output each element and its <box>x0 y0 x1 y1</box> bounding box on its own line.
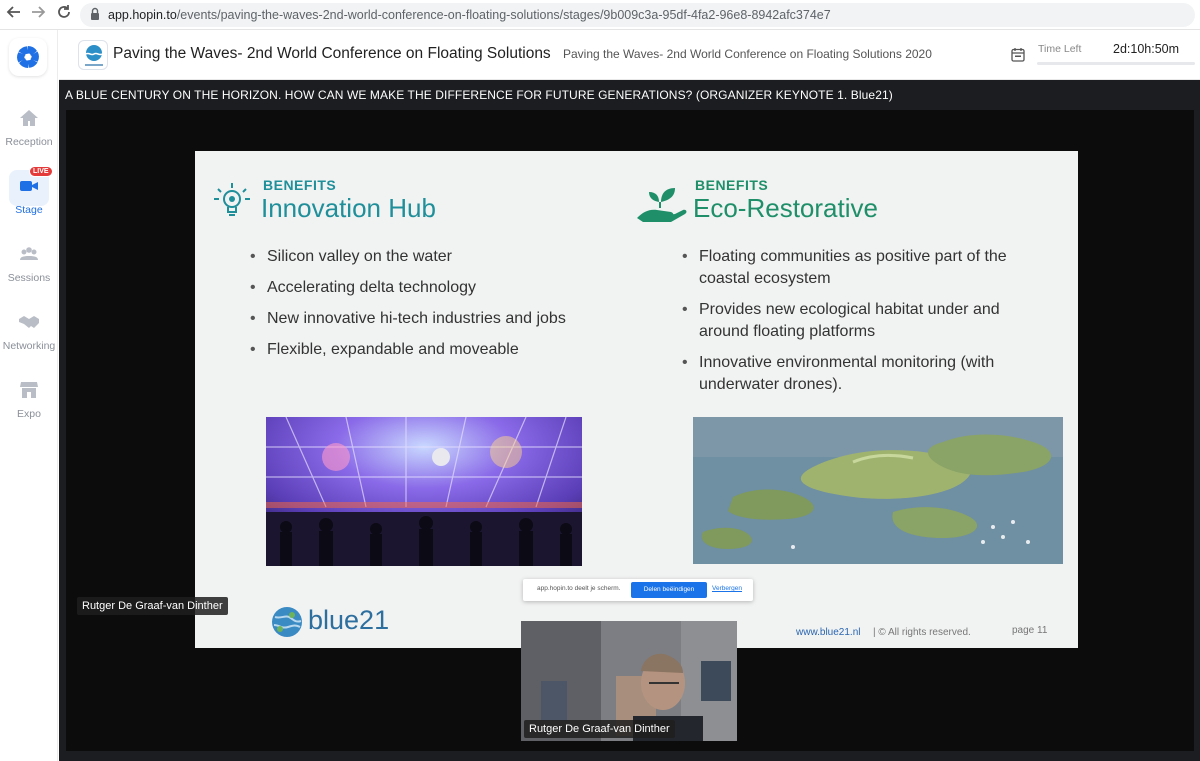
event-subtitle: Paving the Waves- 2nd World Conference o… <box>563 47 932 61</box>
sidebar-item-label: Sessions <box>7 272 51 284</box>
presenter-name-tag: Rutger De Graaf-van Dinther <box>77 597 228 615</box>
left-bullet-list: Silicon valley on the water Accelerating… <box>250 246 630 361</box>
stage-area: A BLUE CENTURY ON THE HORIZON. HOW CAN W… <box>59 80 1200 761</box>
left-kicker: BENEFITS <box>263 177 337 193</box>
footer-page-number: page 11 <box>1012 625 1048 636</box>
blue21-logo-text: blue21 <box>308 605 390 635</box>
sidebar-item-reception[interactable]: Reception <box>0 106 58 166</box>
sidebar-item-sessions[interactable]: Sessions <box>0 242 58 302</box>
home-icon <box>20 110 38 126</box>
dome-event-photo <box>266 417 582 566</box>
storefront-icon <box>20 382 38 398</box>
live-badge: LIVE <box>29 166 53 177</box>
session-title: A BLUE CENTURY ON THE HORIZON. HOW CAN W… <box>65 88 893 102</box>
url-text: app.hopin.to/events/paving-the-waves-2nd… <box>108 8 831 22</box>
list-item: Accelerating delta technology <box>250 277 630 299</box>
calendar-icon[interactable] <box>1011 47 1025 62</box>
screen-share-slide: BENEFITS Innovation Hub Silicon valley o… <box>195 151 1078 648</box>
stop-sharing-button[interactable]: Delen beëindigen <box>631 582 707 598</box>
sidebar-item-expo[interactable]: Expo <box>0 378 58 438</box>
video-player[interactable]: BENEFITS Innovation Hub Silicon valley o… <box>66 110 1194 751</box>
time-left-progress <box>1037 62 1195 65</box>
hopin-logo[interactable] <box>9 38 47 76</box>
webcam-name-tag: Rutger De Graaf-van Dinther <box>524 720 675 738</box>
hopin-logo-icon <box>17 46 39 68</box>
sidebar-item-label: Reception <box>5 136 53 148</box>
left-heading: Innovation Hub <box>261 193 436 223</box>
list-item: Floating communities as positive part of… <box>682 246 1022 290</box>
paving-the-waves-logo-icon <box>85 45 103 66</box>
speaker-webcam: Rutger De Graaf-van Dinther <box>521 621 737 741</box>
sidebar-item-label: Networking <box>2 340 56 352</box>
lock-icon <box>91 7 99 20</box>
sidebar-item-label: Stage <box>15 204 43 216</box>
globe-icon <box>272 607 302 637</box>
time-left-value: 2d:10h:50m <box>1113 42 1180 56</box>
footer-url: www.blue21.nl <box>796 627 861 638</box>
list-item: Innovative environmental monitoring (wit… <box>682 352 1022 396</box>
event-header: Paving the Waves- 2nd World Conference o… <box>59 30 1200 80</box>
sidebar-item-stage[interactable]: LIVE Stage <box>0 166 58 234</box>
footer-rights: | © All rights reserved. <box>873 627 971 638</box>
hide-link[interactable]: Verbergen <box>712 585 742 592</box>
sidebar: Reception LIVE Stage Sessions Networking… <box>0 30 58 761</box>
floating-islands-photo <box>693 417 1063 564</box>
list-item: Flexible, expandable and moveable <box>250 339 630 361</box>
right-bullet-list: Floating communities as positive part of… <box>682 246 1022 396</box>
back-arrow-icon[interactable] <box>4 4 24 24</box>
right-kicker: BENEFITS <box>695 177 769 193</box>
reload-icon[interactable] <box>54 4 74 24</box>
right-heading: Eco-Restorative <box>693 193 878 223</box>
screen-share-banner: app.hopin.to deelt je scherm. Delen beëi… <box>523 579 753 601</box>
sidebar-item-networking[interactable]: Networking <box>0 310 58 370</box>
address-bar[interactable]: app.hopin.to/events/paving-the-waves-2nd… <box>80 3 1195 27</box>
hand-plant-icon <box>637 188 687 222</box>
list-item: Provides new ecological habitat under an… <box>682 299 1022 343</box>
screen-share-text: app.hopin.to deelt je scherm. <box>537 585 621 592</box>
event-title: Paving the Waves- 2nd World Conference o… <box>113 45 551 62</box>
blue21-logo: blue21 <box>270 605 400 639</box>
lightbulb-icon <box>214 183 250 216</box>
list-item: Silicon valley on the water <box>250 246 630 268</box>
time-left-label: Time Left <box>1038 43 1082 55</box>
people-icon <box>20 247 38 260</box>
list-item: New innovative hi-tech industries and jo… <box>250 308 630 330</box>
event-logo <box>78 40 108 70</box>
handshake-icon <box>19 316 39 328</box>
browser-toolbar: app.hopin.to/events/paving-the-waves-2nd… <box>0 0 1200 30</box>
sidebar-item-label: Expo <box>17 408 41 420</box>
video-camera-icon <box>20 181 38 191</box>
forward-arrow-icon[interactable] <box>28 4 48 24</box>
